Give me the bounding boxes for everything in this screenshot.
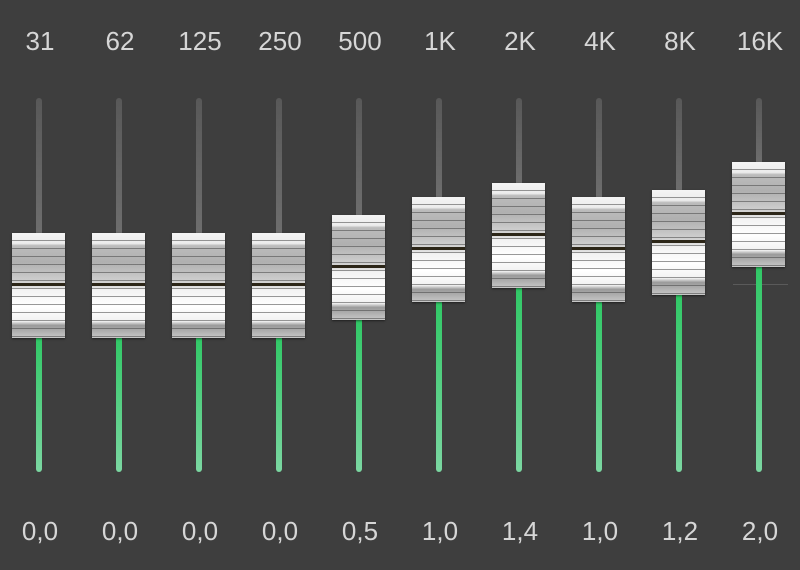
slider-knob[interactable] [92,233,145,338]
eq-band: 31 0,0 [0,0,80,570]
frequency-label: 4K [584,26,616,56]
slider-track-upper[interactable] [756,98,762,166]
eq-band: 2K 1,4 [480,0,560,570]
frequency-label: 62 [105,26,135,56]
gain-value-label: 1,4 [501,516,539,546]
knob-center-line [412,247,465,250]
gain-value-label: 0,0 [181,516,219,546]
knob-center-line [572,247,625,250]
eq-band: 4K 1,0 [560,0,640,570]
frequency-label: 16K [736,26,784,56]
slider-track-active[interactable] [356,316,362,472]
slider-track-upper[interactable] [516,98,522,187]
frequency-label: 250 [258,26,302,56]
frequency-label: 31 [25,26,55,56]
slider-knob[interactable] [412,197,465,302]
eq-band: 16K 2,0 [720,0,800,570]
frequency-label: 2K [504,26,536,56]
eq-band: 250 0,0 [240,0,320,570]
gain-value-label: 1,2 [661,516,699,546]
slider-track-active[interactable] [676,291,682,472]
slider-knob[interactable] [492,183,545,288]
gain-value-label: 0,0 [21,516,59,546]
slider-track-upper[interactable] [356,98,362,219]
knob-center-line [172,283,225,286]
knob-center-line [92,283,145,286]
slider-knob[interactable] [12,233,65,338]
frequency-label: 8K [664,26,696,56]
slider-track-active[interactable] [116,334,122,472]
gain-value-label: 2,0 [741,516,779,546]
slider-track-upper[interactable] [276,98,282,237]
knob-center-line [252,283,305,286]
slider-track-active[interactable] [276,334,282,472]
slider-knob[interactable] [252,233,305,338]
equalizer-panel: 31 0,0 62 0,0 125 0,0 250 0,0 500 0,5 1K 1,0 2K 1,4 4K… [0,0,800,570]
gain-value-label: 0,0 [261,516,299,546]
slider-knob[interactable] [572,197,625,302]
eq-band: 8K 1,2 [640,0,720,570]
slider-knob[interactable] [332,215,385,320]
slider-track-upper[interactable] [596,98,602,201]
slider-track-active[interactable] [196,334,202,472]
gain-value-label: 0,5 [341,516,379,546]
frequency-label: 125 [178,26,222,56]
slider-knob[interactable] [172,233,225,338]
knob-center-line [332,265,385,268]
slider-track-active[interactable] [36,334,42,472]
slider-knob[interactable] [652,190,705,295]
slider-knob[interactable] [732,162,785,267]
knob-center-line [652,240,705,243]
knob-center-line [12,283,65,286]
eq-band: 1K 1,0 [400,0,480,570]
eq-band: 500 0,5 [320,0,400,570]
frequency-label: 500 [338,26,382,56]
slider-track-upper[interactable] [36,98,42,237]
frequency-label: 1K [424,26,456,56]
slider-track-upper[interactable] [116,98,122,237]
knob-center-line [492,233,545,236]
slider-track-active[interactable] [596,298,602,472]
eq-band: 125 0,0 [160,0,240,570]
slider-track-active[interactable] [516,284,522,472]
slider-track-active[interactable] [756,263,762,472]
gain-value-label: 1,0 [421,516,459,546]
slider-track-upper[interactable] [196,98,202,237]
slider-track-upper[interactable] [436,98,442,201]
knob-center-line [732,212,785,215]
gain-value-label: 0,0 [101,516,139,546]
eq-band: 62 0,0 [80,0,160,570]
slider-track-upper[interactable] [676,98,682,194]
gain-value-label: 1,0 [581,516,619,546]
slider-track-active[interactable] [436,298,442,472]
